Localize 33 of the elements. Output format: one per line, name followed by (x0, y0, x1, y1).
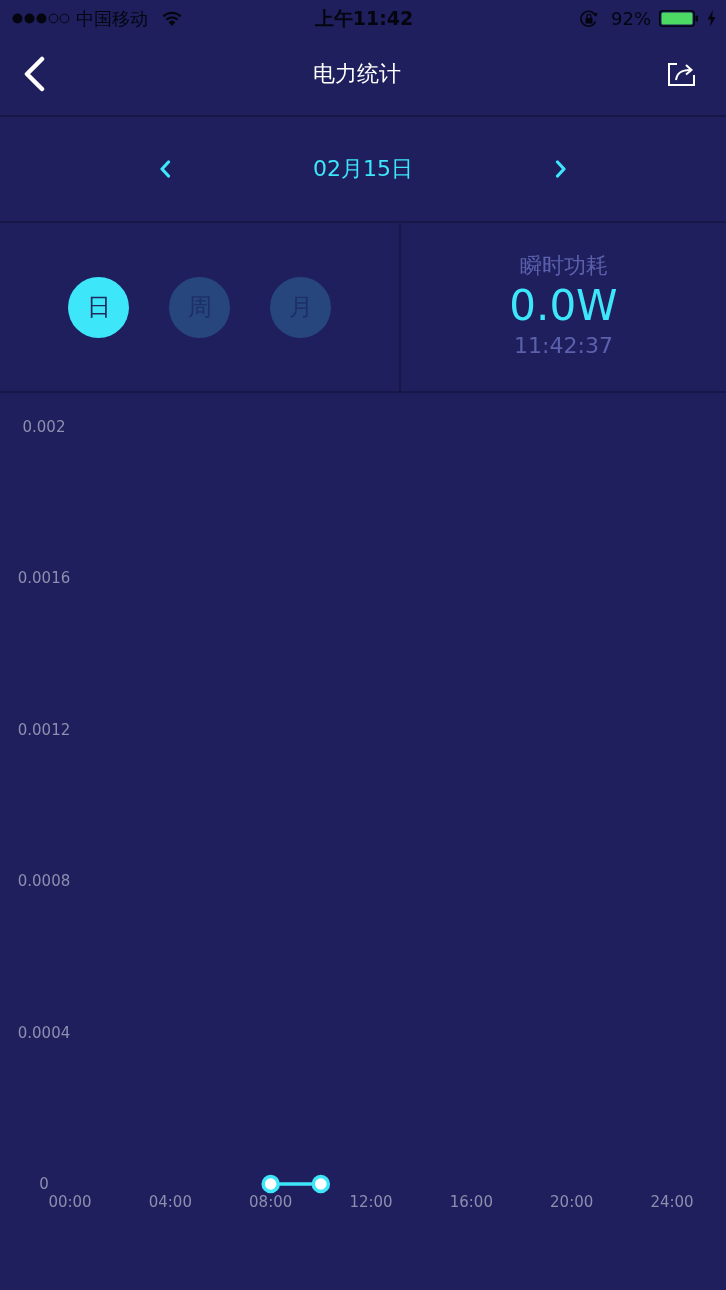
power-label: 瞬时功耗 (519, 252, 608, 281)
x-axis-label: 12:00 (349, 1193, 393, 1211)
current-date: 02月15日 (313, 154, 413, 183)
y-axis-label: 0.0004 (17, 1023, 71, 1042)
x-axis-label: 24:00 (650, 1193, 694, 1211)
chart-point (261, 1174, 280, 1194)
battery-icon (659, 10, 699, 28)
chart-point (311, 1174, 331, 1194)
signal-strength-icon (12, 13, 70, 25)
status-time: 上午11:42 (314, 5, 414, 31)
battery-percent: 92% (611, 8, 651, 30)
y-axis-label: 0.0012 (17, 720, 71, 739)
y-axis-label: 0.002 (22, 418, 66, 436)
chevron-left-icon (22, 56, 46, 93)
page-title: 电力统计 (313, 60, 401, 89)
y-axis-label: 0.0016 (17, 569, 71, 588)
power-value: 0.0W (509, 281, 618, 332)
x-axis-label: 16:00 (449, 1193, 493, 1211)
x-axis-label: 04:00 (148, 1193, 192, 1211)
share-icon (667, 62, 695, 87)
period-tab[interactable]: 日 (68, 276, 129, 338)
y-axis-label: 0.0008 (17, 872, 71, 891)
carrier-name: 中国移动 (76, 6, 148, 31)
wifi-icon (162, 11, 182, 27)
x-axis-label: 00:00 (48, 1193, 92, 1211)
power-time: 11:42:37 (514, 332, 613, 361)
x-axis-label: 20:00 (550, 1193, 594, 1211)
charging-bolt-icon (707, 10, 716, 28)
y-axis-label: 0 (39, 1175, 49, 1193)
x-axis-label: 08:00 (249, 1193, 293, 1211)
chevron-left-icon (159, 159, 171, 178)
chevron-right-icon (555, 159, 567, 178)
rotation-lock-icon (579, 8, 599, 29)
